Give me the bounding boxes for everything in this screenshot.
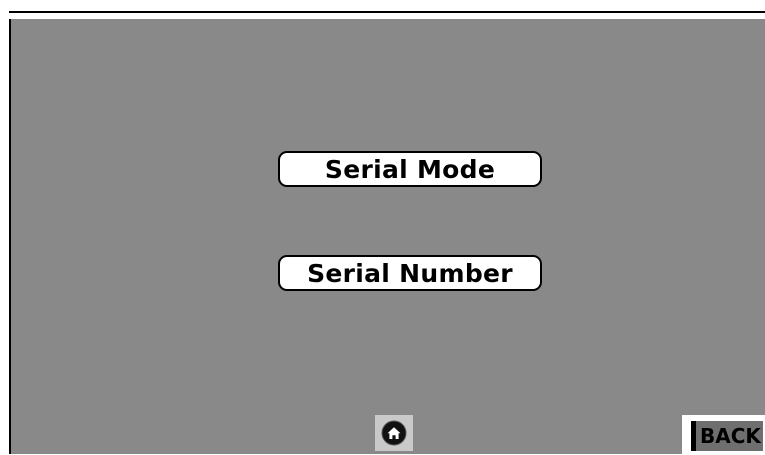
top-divider [9, 11, 765, 13]
home-button[interactable] [375, 415, 413, 451]
back-button[interactable]: BACK [682, 415, 765, 454]
main-panel: Serial Mode Serial Number BACK [9, 19, 765, 454]
home-icon [381, 420, 407, 446]
serial-mode-button[interactable]: Serial Mode [278, 151, 542, 187]
back-button-label: BACK [691, 421, 763, 451]
serial-number-button[interactable]: Serial Number [278, 255, 542, 291]
screen: Serial Mode Serial Number BACK [0, 0, 765, 455]
